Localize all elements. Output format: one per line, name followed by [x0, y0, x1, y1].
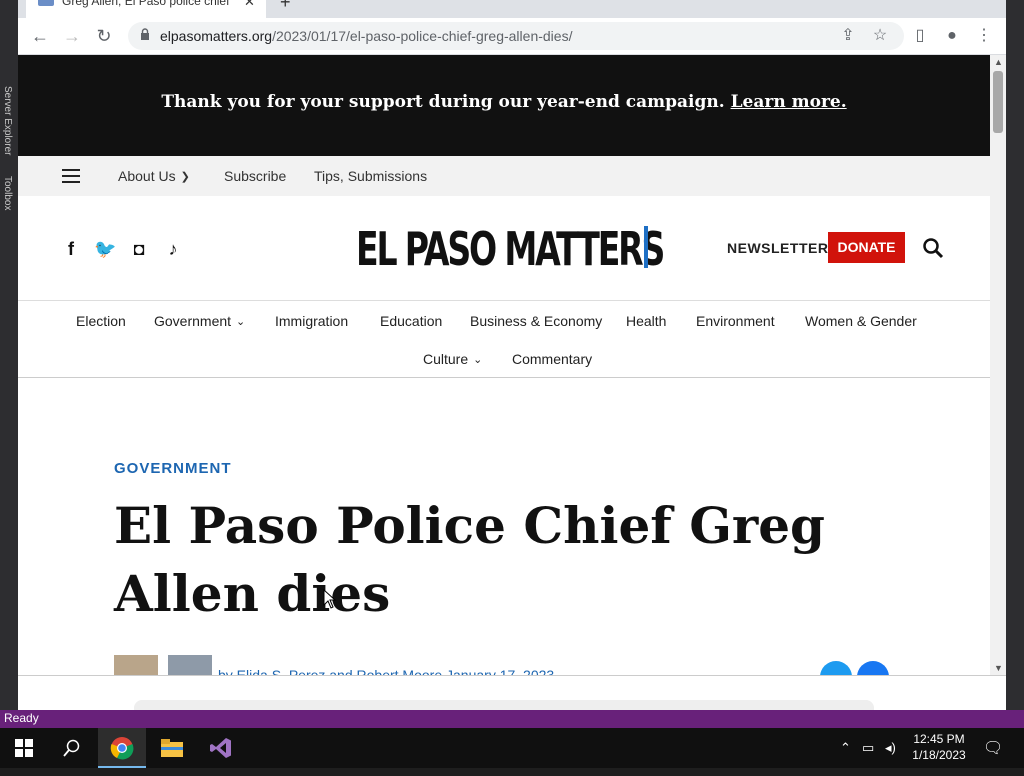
system-clock[interactable]: 12:45 PM 1/18/2023: [906, 731, 972, 763]
byline-text[interactable]: by Elida S. Perez and Robert Moore Janua…: [218, 667, 554, 675]
vs-status-bar: Ready: [0, 710, 1024, 728]
url-domain: elpasomatters.org: [160, 28, 273, 44]
browser-tab[interactable]: Greg Allen, El Paso police chief s ✕: [26, 0, 266, 18]
tiktok-icon[interactable]: ♪: [162, 238, 184, 260]
back-icon[interactable]: ←: [28, 24, 52, 48]
url-text: elpasomatters.org/2023/01/17/el-paso-pol…: [160, 28, 572, 44]
author-avatar: [114, 655, 158, 675]
tray-chevron-up-icon[interactable]: ⌃: [840, 740, 851, 756]
windows-taskbar: ⌃ ▭ ◂) 12:45 PM 1/18/2023 🗨: [0, 728, 1024, 768]
status-text: Ready: [4, 711, 39, 725]
hamburger-menu-icon[interactable]: [62, 169, 80, 183]
chrome-taskbar-icon[interactable]: [98, 728, 146, 768]
nav-education[interactable]: Education: [380, 313, 442, 329]
menu-kebab-icon[interactable]: ⋮: [972, 24, 996, 48]
article-category[interactable]: GOVERNMENT: [114, 460, 232, 477]
facebook-share-icon[interactable]: [857, 661, 889, 675]
tab-title: Greg Allen, El Paso police chief s: [62, 0, 232, 8]
vs-side-panel: Server Explorer Toolbox: [0, 0, 18, 710]
server-explorer-tab[interactable]: Server Explorer: [2, 86, 13, 155]
instagram-icon[interactable]: ◘: [128, 238, 150, 260]
donate-button[interactable]: DONATE: [828, 232, 905, 263]
windows-start-icon[interactable]: [0, 728, 48, 768]
nav-subscribe[interactable]: Subscribe: [224, 168, 286, 184]
nav-tips-submissions[interactable]: Tips, Submissions: [314, 168, 427, 184]
tab-strip: Greg Allen, El Paso police chief s ✕ +: [18, 0, 1006, 18]
bookmark-star-icon[interactable]: ☆: [868, 24, 892, 48]
learn-more-link[interactable]: Learn more.: [731, 92, 847, 112]
article-headline: El Paso Police Chief Greg Allen dies: [114, 496, 826, 623]
masthead: f 🐦 ◘ ♪ EL PASO MATTERS NEWSLETTER DONAT…: [18, 196, 990, 301]
scroll-down-icon[interactable]: ▼: [994, 663, 1003, 673]
nav-culture[interactable]: Culture ⌄: [423, 351, 482, 367]
banner-message: Thank you for your support during our ye…: [161, 92, 725, 112]
nav-business-economy[interactable]: Business & Economy: [470, 313, 602, 329]
volume-icon[interactable]: ◂): [885, 740, 896, 756]
nav-election[interactable]: Election: [76, 313, 126, 329]
share-icon[interactable]: ⇪: [836, 24, 860, 48]
chrome-window: Greg Allen, El Paso police chief s ✕ + ←…: [18, 0, 1006, 710]
nav-immigration[interactable]: Immigration: [275, 313, 348, 329]
visual-studio-icon[interactable]: [197, 728, 245, 768]
new-tab-icon[interactable]: +: [280, 0, 291, 13]
search-icon[interactable]: [922, 237, 944, 259]
reload-icon[interactable]: ↻: [92, 24, 116, 48]
facebook-icon[interactable]: f: [60, 238, 82, 260]
main-nav: Election Government ⌄ Immigration Educati…: [18, 301, 990, 378]
nav-government-label: Government: [154, 313, 232, 329]
network-icon[interactable]: ▭: [862, 740, 874, 756]
nav-commentary[interactable]: Commentary: [512, 351, 592, 367]
page-viewport: Thank you for your support during our ye…: [18, 55, 990, 675]
close-tab-icon[interactable]: ✕: [244, 0, 255, 10]
campaign-banner: Thank you for your support during our ye…: [18, 55, 990, 156]
chevron-down-icon: ⌄: [236, 316, 246, 328]
utility-nav: About Us ❯ Subscribe Tips, Submissions: [18, 156, 990, 196]
nav-health[interactable]: Health: [626, 313, 666, 329]
bottom-overlay: [18, 675, 1006, 710]
side-panel-icon[interactable]: ▯: [908, 24, 932, 48]
logo-accent-bar: [644, 226, 648, 268]
scroll-up-icon[interactable]: ▲: [994, 57, 1003, 67]
lock-icon: [141, 28, 149, 40]
twitter-share-icon[interactable]: [820, 661, 852, 675]
scroll-thumb[interactable]: [993, 71, 1003, 133]
nav-women-gender[interactable]: Women & Gender: [805, 313, 917, 329]
author-avatar: [168, 655, 212, 675]
mouse-cursor-icon: [323, 589, 337, 609]
address-bar[interactable]: elpasomatters.org/2023/01/17/el-paso-pol…: [128, 22, 904, 50]
clock-date: 1/18/2023: [912, 748, 966, 762]
search-icon[interactable]: [48, 728, 96, 768]
favicon-icon: [38, 0, 54, 6]
clock-time: 12:45 PM: [913, 732, 965, 746]
vs-right-panel: [1006, 0, 1024, 710]
nav-culture-label: Culture: [423, 351, 469, 367]
nav-government[interactable]: Government ⌄: [154, 313, 245, 329]
file-explorer-icon[interactable]: [148, 728, 196, 768]
notifications-icon[interactable]: 🗨: [983, 738, 1003, 758]
article-byline: by Elida S. Perez and Robert Moore Janua…: [114, 655, 914, 675]
chevron-down-icon: ❯: [180, 171, 190, 183]
newsletter-link[interactable]: NEWSLETTER: [727, 240, 828, 256]
site-logo[interactable]: EL PASO MATTERS: [356, 222, 665, 276]
chevron-down-icon: ⌄: [473, 354, 483, 366]
twitter-icon[interactable]: 🐦: [94, 238, 116, 260]
banner-text: Thank you for your support during our ye…: [18, 92, 990, 112]
ad-placeholder: [134, 700, 874, 710]
profile-icon[interactable]: ●: [940, 24, 964, 48]
page-scrollbar[interactable]: ▲ ▼: [990, 55, 1006, 675]
url-path: /2023/01/17/el-paso-police-chief-greg-al…: [272, 28, 573, 44]
browser-toolbar: ← → ↻ elpasomatters.org/2023/01/17/el-pa…: [18, 18, 1006, 55]
toolbox-tab[interactable]: Toolbox: [2, 176, 13, 210]
nav-about-us[interactable]: About Us ❯: [118, 168, 190, 184]
forward-icon[interactable]: →: [60, 24, 84, 48]
nav-about-us-label: About Us: [118, 168, 176, 184]
nav-environment[interactable]: Environment: [696, 313, 775, 329]
